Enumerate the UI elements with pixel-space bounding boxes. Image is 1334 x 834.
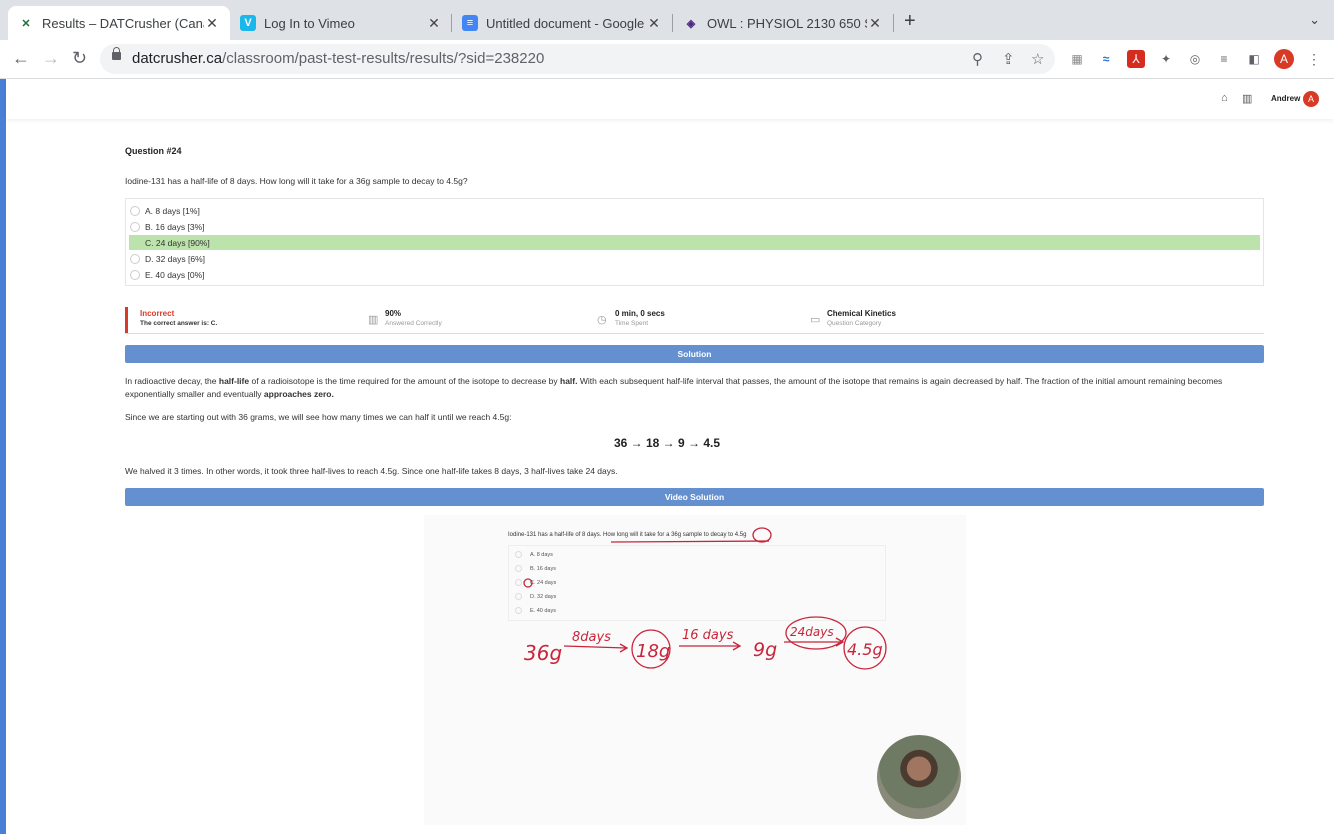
video-player[interactable]: Iodine-131 has a half-life of 8 days. Ho… <box>424 515 966 825</box>
tab-owl[interactable]: ◈ OWL : PHYSIOL 2130 650 SU2 ✕ <box>673 6 893 40</box>
calendar-icon: ▭ <box>810 314 821 326</box>
ink-8days: 8days <box>572 630 611 645</box>
url-text[interactable]: datcrusher.ca/classroom/past-test-result… <box>132 50 544 67</box>
incorrect-indicator-bar <box>125 307 128 333</box>
halving-equation: 36 → 18 → 9 → 4.5 <box>613 436 721 450</box>
tab-google-docs[interactable]: ≡ Untitled document - Google Do ✕ <box>452 6 672 40</box>
question-category: Chemical Kinetics Question Category <box>827 309 896 327</box>
left-accent-bar <box>0 79 6 834</box>
google-docs-icon: ≡ <box>462 15 478 31</box>
arrow-1 <box>563 645 627 649</box>
solution-paragraph-1: In radioactive decay, the half-life of a… <box>125 376 1223 399</box>
ink-18g: 18g <box>636 641 670 662</box>
ink-4-5g: 4.5g <box>847 640 883 659</box>
radio-button[interactable] <box>130 269 140 280</box>
choice-c-correct[interactable]: C. 24 days [90%] <box>129 235 1260 250</box>
browser-tab-strip: ✕ Results – DATCrusher (Canadia ✕ V Log … <box>0 0 1334 40</box>
choice-b[interactable]: B. 16 days [3%] <box>129 219 1260 234</box>
page-content: ⌂ ▥ Andrew A Question #24 Iodine-131 has… <box>0 79 1334 834</box>
reload-icon[interactable]: ↻ <box>72 48 87 69</box>
choice-d[interactable]: D. 32 days [6%] <box>129 251 1260 266</box>
question-number: Question #24 <box>125 146 182 156</box>
tab-separator <box>893 14 894 32</box>
ink-24days: 24days <box>790 625 834 639</box>
clock-icon: ◷ <box>597 314 607 326</box>
profile-avatar[interactable]: A <box>1274 49 1294 69</box>
app-header: ⌂ ▥ Andrew A <box>6 79 1334 119</box>
new-tab-plus-icon[interactable]: + <box>904 10 916 33</box>
tab-title: Log In to Vimeo <box>264 15 355 31</box>
puzzle-extensions-icon[interactable]: ✦ <box>1157 50 1175 68</box>
percent-correct: 90% Answered Correctly <box>385 309 442 327</box>
owl-shield-icon: ◈ <box>686 17 696 30</box>
ink-36g: 36g <box>524 641 562 665</box>
reading-list-icon[interactable]: ≡ <box>1215 50 1233 68</box>
radio-button[interactable] <box>130 221 140 232</box>
share-icon[interactable]: ⇪ <box>1002 50 1015 68</box>
video-solution-header: Video Solution <box>125 488 1264 506</box>
presenter-webcam-bubble <box>877 735 961 819</box>
circle-choice-c <box>523 578 533 588</box>
radio-button[interactable] <box>130 238 140 248</box>
library-icon[interactable]: ▥ <box>1242 92 1252 105</box>
question-text: Iodine-131 has a half-life of 8 days. Ho… <box>125 176 468 186</box>
calculator-extension-icon[interactable]: ▦ <box>1068 50 1086 68</box>
address-bar[interactable]: datcrusher.ca/classroom/past-test-result… <box>100 44 1055 74</box>
solution-paragraph-2: Since we are starting out with 36 grams,… <box>125 412 512 422</box>
ink-9g: 9g <box>753 639 777 661</box>
status-text: Incorrect <box>140 309 175 318</box>
vimeo-icon: V <box>240 15 256 31</box>
radio-button[interactable] <box>130 253 140 264</box>
side-panel-icon[interactable]: ◧ <box>1245 50 1263 68</box>
bookmark-star-icon[interactable]: ☆ <box>1031 50 1044 68</box>
solution-paragraph-3: We halved it 3 times. In other words, it… <box>125 466 618 476</box>
close-tab-icon[interactable]: ✕ <box>867 15 883 32</box>
choice-e[interactable]: E. 40 days [0%] <box>129 267 1260 282</box>
forward-arrow-icon[interactable]: → <box>42 48 60 69</box>
underline-stroke <box>610 540 770 543</box>
pdf-extension-icon[interactable]: ⅄ <box>1127 50 1145 68</box>
home-icon[interactable]: ⌂ <box>1221 92 1228 104</box>
tab-title: Results – DATCrusher (Canadia <box>42 15 204 31</box>
datcrusher-icon: ✕ <box>21 17 31 30</box>
back-arrow-icon[interactable]: ← <box>12 48 30 69</box>
tab-search-chevron-icon[interactable]: ⌄ <box>1309 12 1320 28</box>
time-spent: 0 min, 0 secs Time Spent <box>615 309 665 327</box>
zoom-icon[interactable]: ⚲ <box>972 50 983 68</box>
circle-4-5g <box>752 527 772 543</box>
result-status: Incorrect The correct answer is: C. <box>140 309 217 327</box>
browser-toolbar: ← → ↻ datcrusher.ca/classroom/past-test-… <box>0 40 1334 79</box>
tab-vimeo[interactable]: V Log In to Vimeo ✕ <box>230 6 452 40</box>
speed-extension-icon[interactable]: ◎ <box>1186 50 1204 68</box>
user-avatar[interactable]: A <box>1303 91 1319 107</box>
close-tab-icon[interactable]: ✕ <box>426 15 442 32</box>
answer-choices: A. 8 days [1%] B. 16 days [3%] C. 24 day… <box>125 198 1264 286</box>
correct-answer-text: The correct answer is: C. <box>140 320 218 327</box>
bar-chart-icon: ▥ <box>368 314 379 326</box>
radio-button[interactable] <box>130 205 140 216</box>
close-tab-icon[interactable]: ✕ <box>646 15 662 32</box>
tab-title: OWL : PHYSIOL 2130 650 SU2 <box>707 15 867 31</box>
choice-a[interactable]: A. 8 days [1%] <box>129 203 1260 218</box>
tab-datcrusher-results[interactable]: ✕ Results – DATCrusher (Canadia ✕ <box>8 6 230 40</box>
ink-16days: 16 days <box>682 628 734 643</box>
tab-title: Untitled document - Google Do <box>486 15 646 31</box>
waveform-extension-icon[interactable]: ≈ <box>1097 50 1115 68</box>
close-tab-icon[interactable]: ✕ <box>204 15 220 32</box>
result-summary: Incorrect The correct answer is: C. ▥ 90… <box>125 305 1264 334</box>
solution-header: Solution <box>125 345 1264 363</box>
lock-icon <box>112 47 121 60</box>
chrome-menu-icon[interactable]: ⋮ <box>1305 50 1323 68</box>
user-name[interactable]: Andrew <box>1271 94 1300 103</box>
